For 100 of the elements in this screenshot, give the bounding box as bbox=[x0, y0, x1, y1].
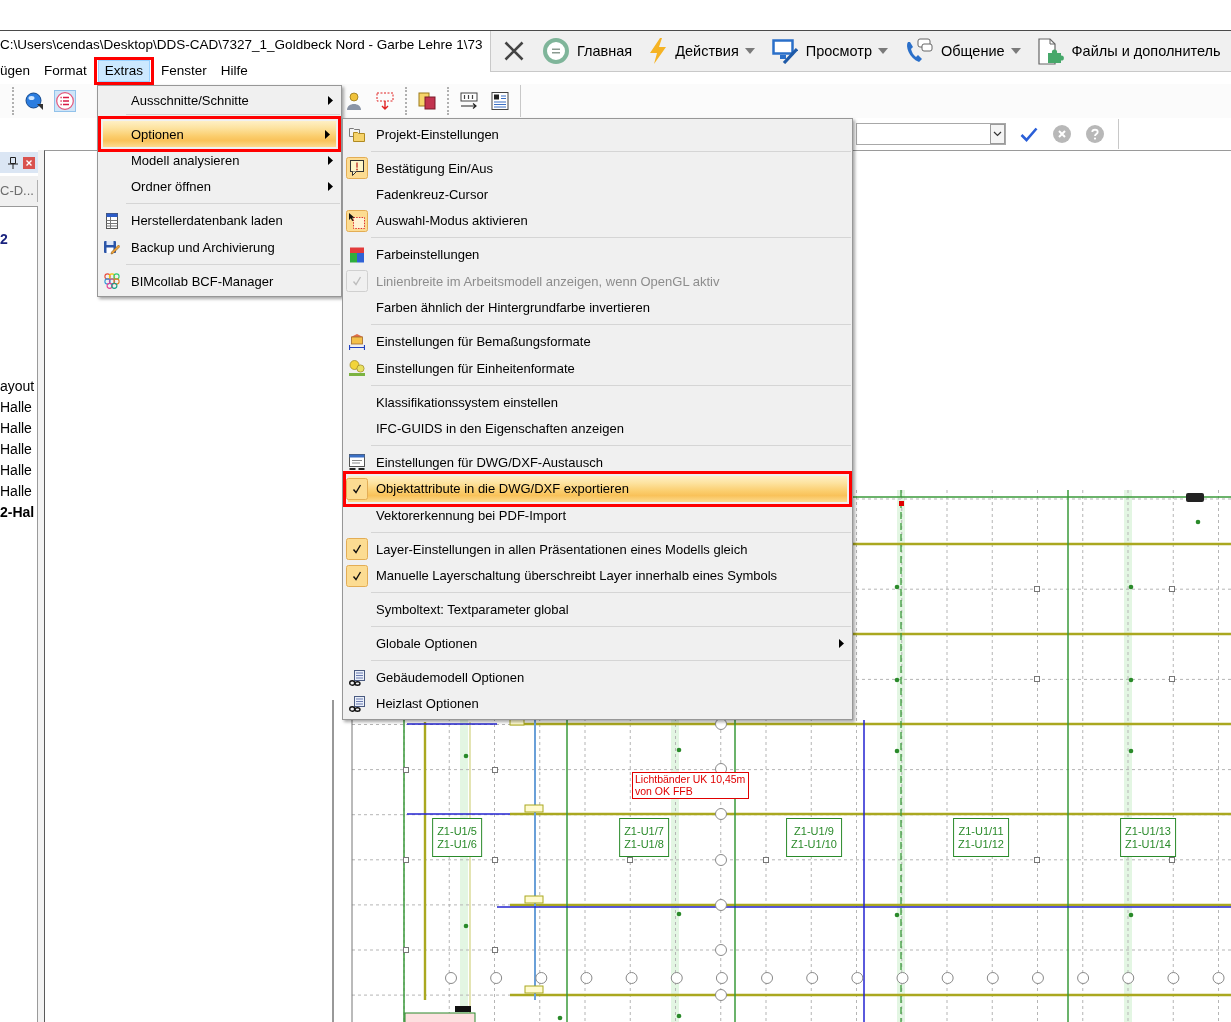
column-marker bbox=[403, 857, 409, 863]
tree-item[interactable]: Halle bbox=[0, 397, 37, 418]
menu-item[interactable]: Gebäudemodell Optionen bbox=[344, 664, 851, 691]
grid-bubble bbox=[941, 972, 954, 984]
cancel-icon bbox=[1053, 125, 1071, 143]
room-tag: Z1-U1/7 Z1-U1/8 bbox=[619, 818, 669, 857]
dropdown-caret-icon bbox=[990, 124, 1005, 144]
tag-marker bbox=[524, 804, 544, 813]
menu-item[interactable]: Manuelle Layerschaltung überschreibt Layer innerhalb eines Symbols bbox=[344, 562, 851, 589]
toolbar-button[interactable] bbox=[489, 90, 511, 112]
tree-item[interactable]: Halle bbox=[0, 418, 37, 439]
column-marker bbox=[403, 947, 409, 953]
tag-marker bbox=[509, 718, 525, 726]
text-document-icon bbox=[491, 92, 509, 110]
close-icon[interactable] bbox=[23, 156, 35, 169]
grid-bubble bbox=[1122, 972, 1135, 984]
toolbar-button[interactable] bbox=[23, 90, 45, 112]
menu-item[interactable]: Optionen bbox=[98, 116, 341, 153]
grid-bubble bbox=[670, 972, 683, 984]
ruler-arrow-icon bbox=[460, 92, 478, 110]
menu-item[interactable]: Modell analysieren bbox=[99, 152, 340, 174]
toolbar-button[interactable]: Просмотр bbox=[771, 38, 888, 64]
point-marker bbox=[676, 1013, 682, 1019]
grid-bubble bbox=[986, 972, 999, 984]
menu-item[interactable]: Layer-Einstellungen in allen Präsentationen eines Modells gleich bbox=[344, 536, 851, 563]
point-marker bbox=[463, 923, 469, 929]
tree-item[interactable]: Halle bbox=[0, 460, 37, 481]
tree-item[interactable]: Halle bbox=[0, 481, 37, 502]
menu-item[interactable]: Backup und Archivierung bbox=[99, 234, 340, 261]
point-marker bbox=[676, 747, 682, 753]
command-input-field[interactable] bbox=[856, 123, 1006, 145]
toolbar-button[interactable]: Файлы и дополнитель bbox=[1037, 37, 1221, 65]
menu-item[interactable]: Ausschnitte/Schnitte bbox=[99, 87, 340, 114]
menu-item[interactable]: Bestätigung Ein/Aus bbox=[344, 155, 851, 182]
tree-item[interactable]: 2-Hal bbox=[0, 502, 37, 523]
menu-item[interactable]: Symboltext: Textparameter global bbox=[344, 596, 851, 623]
toolbar-button[interactable]: Действия bbox=[649, 38, 755, 64]
menu-item[interactable]: Objektattribute in die DWG/DXF exportieren bbox=[343, 470, 852, 508]
menu-item[interactable]: Farben ähnlich der Hintergrundfarbe invertieren bbox=[344, 294, 851, 321]
grid-bubble bbox=[1077, 972, 1090, 984]
equipment-block bbox=[404, 1012, 476, 1022]
menu-item[interactable]: Auswahl-Modus aktivieren bbox=[344, 207, 851, 235]
menu-bar-item[interactable]: ügen bbox=[0, 60, 38, 82]
menu-item[interactable]: Projekt-Einstellungen bbox=[344, 121, 851, 148]
menu-bar-item[interactable]: Hilfe bbox=[213, 60, 255, 82]
grid-bubble bbox=[715, 899, 727, 911]
circles-icon bbox=[104, 273, 120, 290]
menu-item[interactable]: Ordner öffnen bbox=[99, 173, 340, 201]
grid-bubble bbox=[490, 972, 503, 984]
column-marker bbox=[1034, 857, 1040, 863]
toolbar-button[interactable]: Общение bbox=[904, 38, 1021, 64]
tree-item[interactable]: 2 bbox=[0, 229, 37, 250]
grid-bubble bbox=[715, 718, 727, 730]
annotation-note: Lichtbänder UK 10,45m von OK FFB bbox=[632, 772, 749, 799]
menu-item[interactable]: IFC-GUIDS in den Eigenschaften anzeigen bbox=[344, 415, 851, 442]
tag-marker bbox=[524, 895, 544, 904]
menu-item[interactable]: BIMcollab BCF-Manager bbox=[99, 268, 340, 295]
grid-bubble bbox=[715, 989, 727, 1001]
user-icon bbox=[345, 92, 363, 110]
menu-item[interactable]: Fadenkreuz-Cursor bbox=[344, 181, 851, 208]
tree-item[interactable]: ayout bbox=[0, 376, 37, 397]
toolbar-button[interactable]: Главная bbox=[543, 38, 633, 64]
toolbar-button[interactable] bbox=[458, 90, 480, 112]
grid-bubble bbox=[1167, 972, 1180, 984]
grid-bubble bbox=[625, 972, 638, 984]
point-marker bbox=[1128, 584, 1134, 590]
table-icon bbox=[104, 212, 120, 229]
toolbar-button[interactable] bbox=[416, 90, 438, 112]
menu-item[interactable]: Einstellungen für DWG/DXF-Austausch bbox=[344, 449, 851, 471]
grid-bubble bbox=[715, 854, 727, 866]
window-title: C:\Users\cendas\Desktop\DDS-CAD\7327_1_Goldbeck Nord - Garbe Lehre 1\73 bbox=[0, 36, 483, 52]
room-tag: Z1-U1/9 Z1-U1/10 bbox=[786, 818, 842, 857]
check-icon bbox=[1020, 126, 1038, 142]
help-icon bbox=[1086, 125, 1104, 143]
menu-item[interactable]: Globale Optionen bbox=[344, 630, 851, 657]
menu-bar-item[interactable]: Format bbox=[37, 60, 94, 82]
column-marker bbox=[492, 947, 498, 953]
column-marker bbox=[492, 857, 498, 863]
menu-item[interactable]: Klassifikationssystem einstellen bbox=[344, 388, 851, 416]
menu-bar-item[interactable]: Fenster bbox=[154, 60, 214, 82]
column-marker bbox=[1169, 676, 1175, 682]
document-puzzle-icon bbox=[1037, 37, 1064, 65]
grid-bubble bbox=[715, 944, 727, 956]
floppy-pencil-icon bbox=[104, 239, 120, 256]
close-icon bbox=[504, 41, 524, 61]
menu-item[interactable]: Farbeinstellungen bbox=[344, 241, 851, 269]
menu-item[interactable]: Einstellungen für Bemaßungsformate bbox=[344, 328, 851, 355]
equipment-symbol bbox=[455, 1006, 471, 1012]
menu-item[interactable]: Vektorerkennung bei PDF-Import bbox=[344, 507, 851, 529]
menu-item[interactable]: Heizlast Optionen bbox=[344, 690, 851, 718]
tree-item[interactable]: Halle bbox=[0, 439, 37, 460]
room-tag: Z1-U1/13 Z1-U1/14 bbox=[1120, 818, 1176, 857]
grid-bubble bbox=[1212, 972, 1225, 984]
pin-icon[interactable] bbox=[8, 156, 18, 169]
ring-icon bbox=[543, 38, 569, 64]
globe-icon bbox=[25, 92, 43, 110]
grid-bubble bbox=[896, 972, 909, 984]
menu-item[interactable]: Einstellungen für Einheitenformate bbox=[344, 354, 851, 382]
list-icon bbox=[56, 92, 74, 110]
menu-item[interactable]: Herstellerdatenbank laden bbox=[99, 207, 340, 235]
